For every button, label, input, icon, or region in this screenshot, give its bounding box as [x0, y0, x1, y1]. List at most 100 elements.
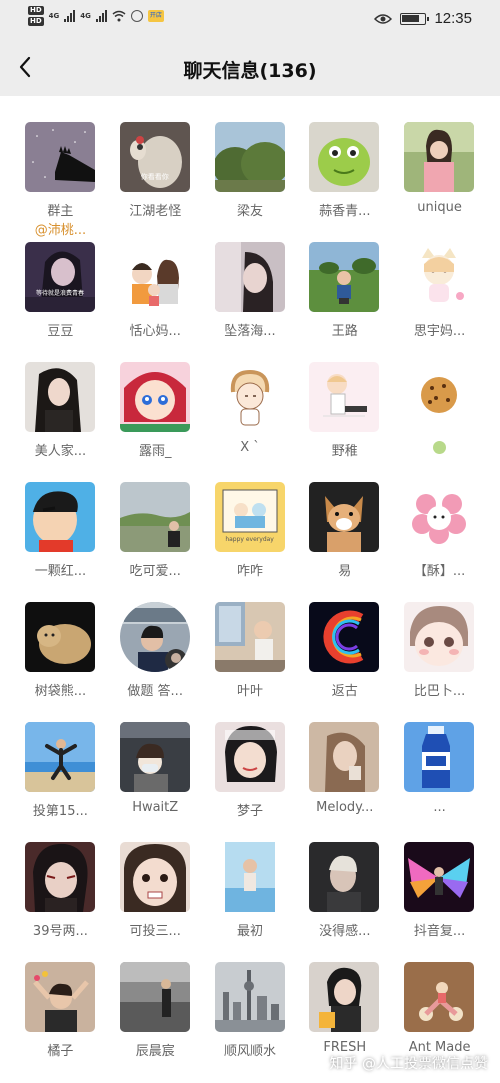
member-avatar[interactable]: [214, 602, 285, 672]
member-item[interactable]: 露雨_: [108, 348, 203, 468]
member-item[interactable]: 蒜香青...: [297, 108, 392, 228]
member-item[interactable]: Melody...: [297, 708, 392, 828]
wifi-icon: [112, 10, 126, 22]
member-avatar[interactable]: [404, 842, 475, 912]
member-avatar[interactable]: [119, 962, 190, 1032]
member-item[interactable]: 一颗红...: [13, 468, 108, 588]
member-avatar[interactable]: [214, 962, 285, 1032]
member-item[interactable]: 辰晨宸: [108, 948, 203, 1068]
member-avatar[interactable]: [404, 602, 475, 672]
member-item[interactable]: 返古: [297, 588, 392, 708]
member-item[interactable]: 美人家...: [13, 348, 108, 468]
member-avatar[interactable]: [309, 962, 380, 1032]
member-avatar[interactable]: [119, 362, 190, 432]
member-avatar[interactable]: [119, 722, 190, 792]
member-name: 比巴卜...: [413, 684, 466, 699]
member-item[interactable]: 易: [297, 468, 392, 588]
network-type-2: 4G: [80, 12, 91, 20]
sim2-hd-icon: HD: [28, 17, 44, 26]
member-avatar[interactable]: [119, 482, 190, 552]
member-avatar[interactable]: 你看看你: [119, 122, 190, 192]
member-avatar[interactable]: [404, 482, 475, 552]
member-item[interactable]: 抖音复...: [392, 828, 487, 948]
member-item[interactable]: 树袋熊...: [13, 588, 108, 708]
member-item[interactable]: 比巴卜...: [392, 588, 487, 708]
member-item[interactable]: 最初: [203, 828, 298, 948]
member-name: 美人家...: [34, 444, 87, 459]
member-name: 梦子: [236, 804, 263, 819]
member-item[interactable]: 野稚: [297, 348, 392, 468]
battery-level: [402, 14, 420, 22]
member-item[interactable]: 恬心妈...: [108, 228, 203, 348]
member-item[interactable]: 39号两...: [13, 828, 108, 948]
member-item[interactable]: 可投三...: [108, 828, 203, 948]
member-avatar[interactable]: [309, 842, 380, 912]
member-item[interactable]: 你看看你 江湖老怪: [108, 108, 203, 228]
member-name: 【酥】...: [413, 564, 466, 579]
member-avatar[interactable]: [119, 242, 190, 312]
member-name: 橘子: [47, 1044, 74, 1059]
member-item[interactable]: unique: [392, 108, 487, 228]
member-item[interactable]: 投第15...: [13, 708, 108, 828]
member-avatar[interactable]: happy everyday: [214, 482, 285, 552]
member-avatar[interactable]: [25, 362, 95, 432]
member-avatar[interactable]: [309, 722, 380, 792]
member-item[interactable]: 做题 答...: [108, 588, 203, 708]
eye-icon: [374, 13, 393, 24]
member-avatar[interactable]: 等待就是浪费青春: [25, 242, 95, 312]
member-item[interactable]: happy everyday 咋咋: [203, 468, 298, 588]
member-avatar[interactable]: [404, 962, 475, 1032]
member-item[interactable]: X `: [203, 348, 298, 468]
member-item[interactable]: 坠落海...: [203, 228, 298, 348]
member-name: 蒜香青...: [319, 204, 371, 219]
member-avatar[interactable]: [119, 602, 190, 672]
member-name: 吃可爱...: [129, 564, 181, 579]
member-avatar[interactable]: [119, 842, 190, 912]
member-avatar[interactable]: [214, 362, 285, 432]
member-avatar[interactable]: [309, 602, 380, 672]
member-item[interactable]: ...: [392, 708, 487, 828]
member-item[interactable]: 群主 @沛桃...: [13, 108, 108, 238]
avatar-caption: 你看看你: [140, 173, 169, 181]
member-item[interactable]: FRESH: [297, 948, 392, 1068]
member-name: Melody...: [316, 800, 374, 815]
member-item[interactable]: 梦子: [203, 708, 298, 828]
member-avatar[interactable]: [404, 722, 475, 792]
member-item[interactable]: 【酥】...: [392, 468, 487, 588]
battery-icon: [400, 12, 430, 25]
member-avatar[interactable]: [309, 122, 380, 192]
member-avatar[interactable]: [25, 122, 95, 192]
member-item[interactable]: [392, 348, 487, 468]
member-avatar[interactable]: [214, 722, 285, 792]
globe-icon: [130, 10, 143, 22]
member-item[interactable]: 梁友: [203, 108, 298, 228]
member-avatar[interactable]: [214, 242, 285, 312]
member-item[interactable]: 等待就是浪费青春 豆豆: [13, 228, 108, 348]
member-name: X `: [240, 440, 260, 455]
member-item[interactable]: 吃可爱...: [108, 468, 203, 588]
member-avatar[interactable]: [25, 962, 95, 1032]
member-item[interactable]: 橘子: [13, 948, 108, 1068]
member-avatar[interactable]: [214, 122, 285, 192]
member-avatar[interactable]: [25, 482, 95, 552]
member-item[interactable]: 王路: [297, 228, 392, 348]
member-item[interactable]: 顺风顺水: [203, 948, 298, 1068]
member-avatar[interactable]: [309, 362, 380, 432]
member-name: 顺风顺水: [223, 1044, 276, 1059]
member-avatar[interactable]: [309, 482, 380, 552]
status-right: 12:35: [374, 10, 472, 27]
member-avatar[interactable]: [404, 362, 475, 432]
member-avatar[interactable]: [404, 122, 475, 192]
member-item[interactable]: 叶叶: [203, 588, 298, 708]
member-name: 江湖老怪: [129, 204, 182, 219]
member-avatar[interactable]: [25, 722, 95, 792]
member-avatar[interactable]: [25, 602, 95, 672]
member-avatar[interactable]: [404, 242, 475, 312]
member-avatar[interactable]: [214, 842, 285, 912]
member-item[interactable]: Ant Made: [392, 948, 487, 1068]
member-item[interactable]: 思宇妈...: [392, 228, 487, 348]
member-item[interactable]: HwaitZ: [108, 708, 203, 828]
member-avatar[interactable]: [309, 242, 380, 312]
member-item[interactable]: 没得感...: [297, 828, 392, 948]
member-avatar[interactable]: [25, 842, 95, 912]
